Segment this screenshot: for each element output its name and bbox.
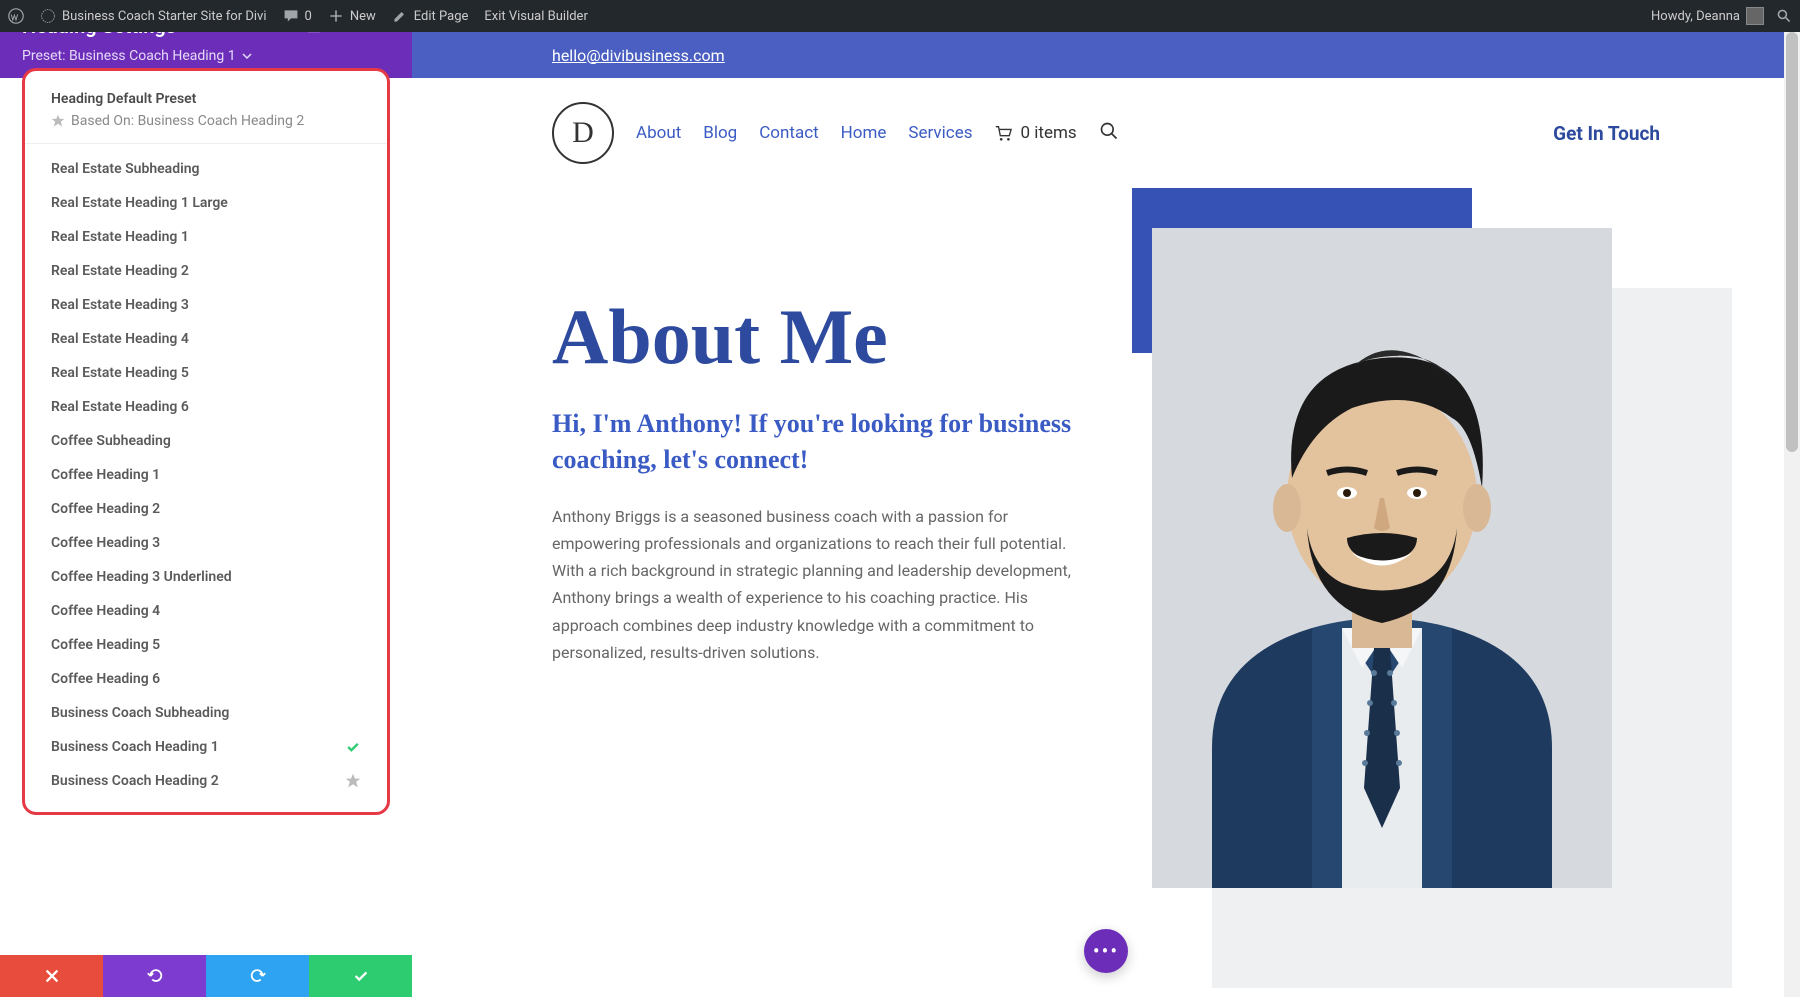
preset-item-label: Real Estate Subheading	[51, 161, 200, 177]
howdy-link[interactable]: Howdy, Deanna	[1651, 7, 1764, 25]
portrait-image	[1152, 228, 1612, 888]
preset-item-label: Business Coach Heading 2	[51, 773, 219, 789]
default-preset-item[interactable]: Heading Default Preset	[51, 91, 361, 107]
exit-vb-link[interactable]: Exit Visual Builder	[484, 9, 587, 24]
check-icon	[345, 739, 361, 755]
settings-footer	[0, 955, 412, 997]
nav-links: About Blog Contact Home Services	[636, 123, 972, 143]
preset-item[interactable]: Coffee Heading 1	[25, 458, 387, 492]
contact-email-link[interactable]: hello@divibusiness.com	[552, 46, 725, 65]
new-link[interactable]: New	[328, 8, 376, 24]
preset-item-label: Coffee Heading 6	[51, 671, 160, 687]
preset-item[interactable]: Real Estate Heading 2	[25, 254, 387, 288]
page-subtitle: Hi, I'm Anthony! If you're looking for b…	[552, 406, 1092, 479]
preset-item-label: Real Estate Heading 5	[51, 365, 189, 381]
nav-row: D About Blog Contact Home Services 0 items G…	[412, 78, 1800, 188]
preset-item[interactable]: Real Estate Heading 4	[25, 322, 387, 356]
site-logo[interactable]: D	[552, 102, 614, 164]
preset-item[interactable]: Real Estate Heading 1 Large	[25, 186, 387, 220]
top-bar: hello@divibusiness.com	[412, 32, 1800, 78]
comments-count: 0	[305, 9, 312, 24]
nav-link[interactable]: About	[636, 123, 681, 143]
edit-page-link[interactable]: Edit Page	[392, 8, 469, 24]
edit-page-text: Edit Page	[414, 9, 469, 24]
cart-count: 0 items	[1020, 123, 1076, 143]
exit-vb-text: Exit Visual Builder	[484, 9, 587, 24]
page-body: Anthony Briggs is a seasoned business co…	[552, 503, 1092, 666]
cart-link[interactable]: 0 items	[994, 123, 1076, 143]
howdy-text: Howdy, Deanna	[1651, 9, 1740, 24]
site-name-text: Business Coach Starter Site for Divi	[62, 9, 267, 24]
hero-section: About Me Hi, I'm Anthony! If you're look…	[412, 188, 1800, 888]
preset-item-label: Real Estate Heading 3	[51, 297, 189, 313]
preset-item[interactable]: Coffee Heading 3 Underlined	[25, 560, 387, 594]
based-on-label: Based On: Business Coach Heading 2	[51, 113, 361, 129]
preset-item-label: Business Coach Heading 1	[51, 739, 219, 755]
search-icon[interactable]	[1099, 121, 1119, 145]
site-name-link[interactable]: Business Coach Starter Site for Divi	[40, 8, 267, 24]
redo-button[interactable]	[206, 955, 309, 997]
preset-label: Preset: Business Coach Heading 1	[22, 48, 236, 64]
hero-image-wrap	[1152, 228, 1672, 888]
page-title: About Me	[552, 298, 1092, 376]
preset-item[interactable]: Real Estate Heading 3	[25, 288, 387, 322]
preset-item[interactable]: Coffee Heading 4	[25, 594, 387, 628]
preset-item-label: Real Estate Heading 1 Large	[51, 195, 228, 211]
preset-item[interactable]: Coffee Heading 5	[25, 628, 387, 662]
scrollbar[interactable]	[1784, 32, 1800, 997]
preset-item-label: Real Estate Heading 4	[51, 331, 189, 347]
preset-item-label: Coffee Heading 1	[51, 467, 160, 483]
preset-dropdown: Heading Default Preset Based On: Busines…	[22, 68, 390, 815]
cart-icon	[994, 124, 1012, 142]
preset-item-label: Coffee Heading 4	[51, 603, 160, 619]
preset-list: Real Estate Subheading Real Estate Headin…	[25, 144, 387, 798]
new-text: New	[350, 9, 376, 24]
preset-item-label: Real Estate Heading 6	[51, 399, 189, 415]
settings-panel: Heading Settings Preset: Business Coach …	[0, 0, 412, 997]
save-button[interactable]	[309, 955, 412, 997]
preset-item-label: Coffee Heading 3 Underlined	[51, 569, 232, 585]
chevron-down-icon	[242, 51, 252, 61]
page-canvas: hello@divibusiness.com D About Blog Contac…	[412, 32, 1800, 997]
preset-item-label: Real Estate Heading 2	[51, 263, 189, 279]
scrollbar-thumb[interactable]	[1786, 32, 1798, 452]
preset-item[interactable]: Business Coach Subheading	[25, 696, 387, 730]
preset-item-label: Coffee Heading 5	[51, 637, 160, 653]
wp-admin-bar: Business Coach Starter Site for Divi 0 N…	[0, 0, 1800, 32]
nav-link[interactable]: Home	[841, 123, 887, 143]
nav-link[interactable]: Services	[908, 123, 972, 143]
preset-item-label: Coffee Heading 2	[51, 501, 160, 517]
star-icon	[345, 773, 361, 789]
preset-item[interactable]: Coffee Heading 3	[25, 526, 387, 560]
star-icon	[51, 114, 65, 128]
ellipsis-icon: •••	[1093, 939, 1119, 963]
preset-item[interactable]: Real Estate Heading 6	[25, 390, 387, 424]
nav-link[interactable]: Contact	[759, 123, 818, 143]
admin-search-icon[interactable]	[1776, 8, 1792, 24]
preset-item-label: Business Coach Subheading	[51, 705, 229, 721]
preset-item[interactable]: Business Coach Heading 1	[25, 730, 387, 764]
preset-item-label: Coffee Subheading	[51, 433, 171, 449]
wp-logo[interactable]	[8, 8, 24, 24]
preset-item[interactable]: Coffee Heading 2	[25, 492, 387, 526]
preset-item[interactable]: Coffee Subheading	[25, 424, 387, 458]
avatar	[1746, 7, 1764, 25]
preset-item[interactable]: Real Estate Heading 1	[25, 220, 387, 254]
preset-selector[interactable]: Preset: Business Coach Heading 1	[22, 48, 390, 64]
nav-link[interactable]: Blog	[703, 123, 737, 143]
cancel-button[interactable]	[0, 955, 103, 997]
preset-item[interactable]: Real Estate Subheading	[25, 152, 387, 186]
preset-item[interactable]: Business Coach Heading 2	[25, 764, 387, 798]
get-in-touch-button[interactable]: Get In Touch	[1553, 122, 1660, 145]
divi-fab[interactable]: •••	[1084, 929, 1128, 973]
preset-item[interactable]: Coffee Heading 6	[25, 662, 387, 696]
comments-link[interactable]: 0	[283, 8, 312, 24]
undo-button[interactable]	[103, 955, 206, 997]
preset-item[interactable]: Real Estate Heading 5	[25, 356, 387, 390]
hero-text: About Me Hi, I'm Anthony! If you're look…	[552, 228, 1092, 888]
preset-item-label: Coffee Heading 3	[51, 535, 160, 551]
preset-item-label: Real Estate Heading 1	[51, 229, 189, 245]
